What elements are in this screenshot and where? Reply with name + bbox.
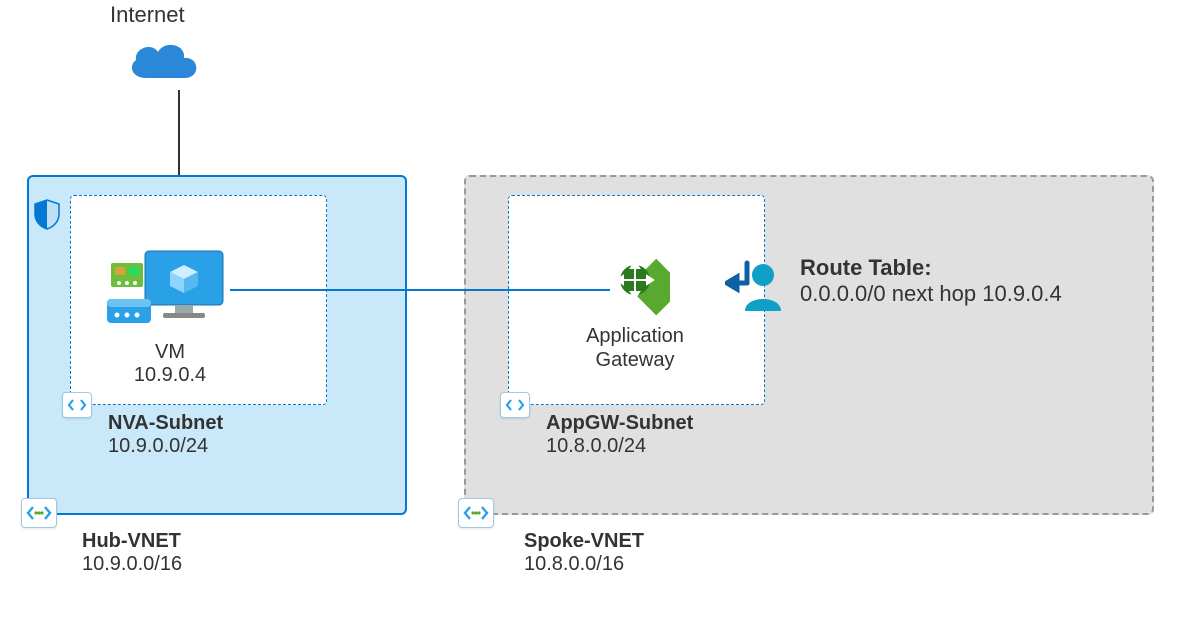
appgw-subnet-name: AppGW-Subnet (546, 412, 693, 435)
spoke-vnet-name: Spoke-VNET (524, 530, 644, 553)
route-table-title: Route Table: (800, 255, 1062, 281)
hub-vnet-labels: Hub-VNET 10.9.0.0/16 (82, 530, 182, 576)
internet-label: Internet (110, 2, 185, 28)
subnet-icon (62, 392, 92, 418)
subnet-icon (500, 392, 530, 418)
vnet-peering-icon (21, 498, 57, 528)
appgw-label-2: Gateway (565, 348, 705, 372)
hub-vnet-name: Hub-VNET (82, 530, 182, 553)
cloud-icon (124, 38, 204, 88)
nva-subnet-name: NVA-Subnet (108, 412, 223, 435)
appgw-label-1: Application (565, 324, 705, 348)
vnet-peering-icon (458, 498, 494, 528)
route-table-icon (725, 255, 789, 315)
spoke-vnet-labels: Spoke-VNET 10.8.0.0/16 (524, 530, 644, 576)
appgw-subnet-labels: AppGW-Subnet 10.8.0.0/24 (546, 412, 693, 458)
vm-label: VM (105, 341, 235, 364)
route-table-entry: 0.0.0.0/0 next hop 10.9.0.4 (800, 281, 1062, 307)
route-table-text: Route Table: 0.0.0.0/0 next hop 10.9.0.4 (800, 255, 1062, 307)
vm-icon (105, 245, 235, 335)
nva-subnet-cidr: 10.9.0.0/24 (108, 435, 223, 458)
app-gateway-icon (600, 250, 670, 320)
nva-subnet-labels: NVA-Subnet 10.9.0.0/24 (108, 412, 223, 458)
hub-vnet-cidr: 10.9.0.0/16 (82, 553, 182, 576)
spoke-vnet-cidr: 10.8.0.0/16 (524, 553, 644, 576)
appgw-node: Application Gateway (565, 250, 705, 372)
connector-vm-appgw (230, 289, 610, 291)
vm-node: VM 10.9.0.4 (105, 245, 235, 387)
vm-ip: 10.9.0.4 (105, 364, 235, 387)
appgw-subnet-cidr: 10.8.0.0/24 (546, 435, 693, 458)
shield-icon (33, 198, 61, 230)
